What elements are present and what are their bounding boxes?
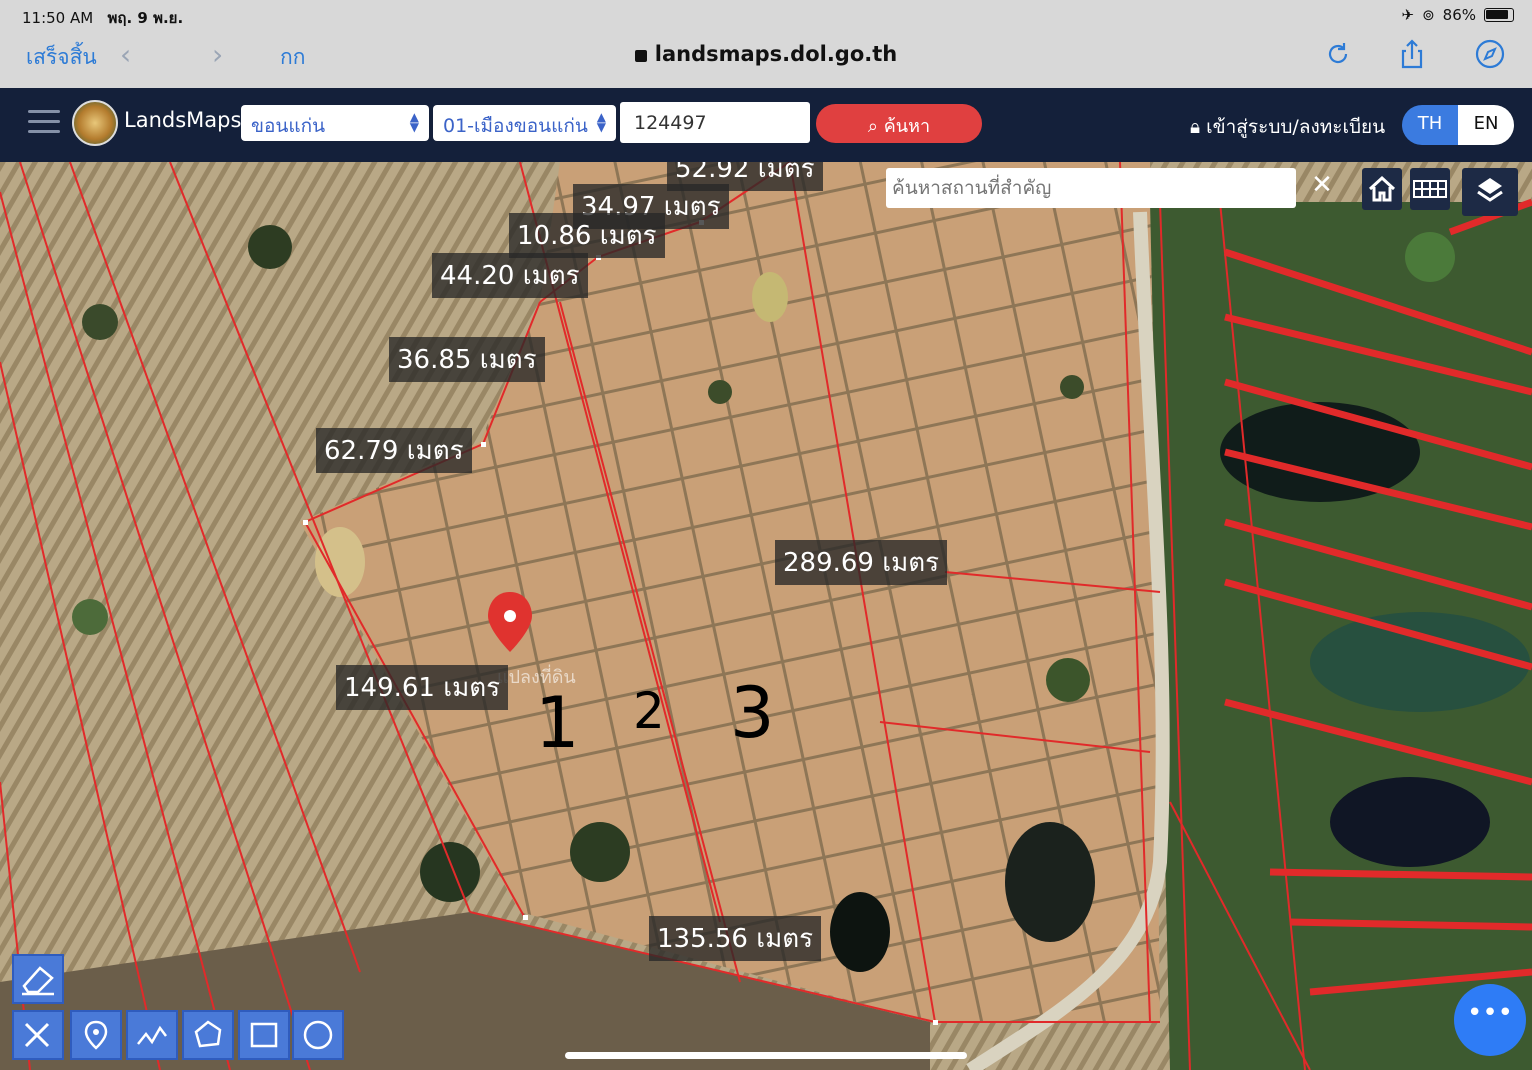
plot-number: 1	[535, 682, 580, 764]
browser-chrome: 11:50 AM พฤ. 9 พ.ย. ✈ ⊚ 86% เสร็จสิ้น ‹ …	[0, 0, 1532, 88]
eraser-tool-button[interactable]	[12, 954, 64, 1004]
plot-number: 2	[633, 682, 665, 740]
battery-percent: 86%	[1442, 6, 1476, 24]
more-dots-icon: •••	[1466, 998, 1513, 1028]
menu-icon[interactable]	[28, 110, 60, 136]
reload-icon[interactable]	[1322, 38, 1354, 70]
airplane-icon: ✈	[1401, 6, 1415, 24]
status-right: ✈ ⊚ 86%	[1401, 6, 1514, 24]
status-date: พฤ. 9 พ.ย.	[107, 9, 184, 27]
marker-tool-button[interactable]	[70, 1010, 122, 1060]
brand-name: LandsMaps	[124, 108, 242, 132]
lang-th-button[interactable]: TH	[1402, 105, 1458, 145]
layers-icon	[1477, 178, 1503, 202]
polygon-tool-button[interactable]	[182, 1010, 234, 1060]
deed-number-input[interactable]	[620, 102, 810, 143]
circle-icon	[303, 1020, 333, 1050]
circle-tool-button[interactable]	[292, 1010, 344, 1060]
grid-icon	[1413, 180, 1447, 198]
address-bar[interactable]: landsmaps.dol.go.th	[0, 42, 1532, 66]
measure-tool-button[interactable]	[12, 1010, 64, 1060]
district-select[interactable]: 01-เมืองขอนแก่น ▲ ▼	[433, 105, 616, 141]
status-time: 11:50 AM พฤ. 9 พ.ย.	[22, 9, 184, 27]
dol-logo	[72, 100, 118, 146]
more-menu-button[interactable]: •••	[1454, 984, 1526, 1056]
close-icon[interactable]: ✕	[1302, 170, 1342, 206]
compass-icon[interactable]	[1474, 38, 1506, 70]
status-bar: 11:50 AM พฤ. 9 พ.ย. ✈ ⊚ 86%	[0, 6, 1532, 27]
home-button[interactable]	[1362, 168, 1402, 210]
province-value: ขอนแก่น	[251, 115, 326, 137]
grid-button[interactable]	[1410, 168, 1450, 210]
ruler-pencil-icon	[24, 1022, 50, 1048]
lock-icon	[634, 50, 647, 62]
measure-label: 135.56 เมตร	[649, 916, 822, 961]
polygon-icon	[194, 1020, 222, 1048]
polyline-icon	[137, 1025, 167, 1045]
measure-label: 289.69 เมตร	[775, 540, 948, 585]
app-header: LandsMaps ขอนแก่น ▲ ▼ 01-เมืองขอนแก่น ▲ ▼ …	[0, 88, 1532, 162]
share-icon[interactable]	[1396, 38, 1428, 70]
rectangle-tool-button[interactable]	[238, 1010, 290, 1060]
measure-label: 149.61 เมตร	[336, 665, 509, 710]
battery-icon	[1484, 8, 1514, 22]
layers-button[interactable]	[1462, 168, 1518, 216]
login-link[interactable]: 🔒︎ เข้าสู่ระบบ/ลงทะเบียน	[1190, 112, 1385, 142]
safari-toolbar: เสร็จสิ้น ‹ › กก landsmaps.dol.go.th	[0, 30, 1532, 80]
home-indicator	[565, 1052, 967, 1059]
search-button[interactable]: ⌕ ค้นหา	[816, 104, 982, 143]
measure-label: 36.85 เมตร	[389, 337, 545, 382]
url-text: landsmaps.dol.go.th	[654, 42, 898, 66]
select-chevron-icon: ▲ ▼	[409, 110, 419, 134]
rectangle-icon	[250, 1022, 278, 1048]
province-select[interactable]: ขอนแก่น ▲ ▼	[241, 105, 429, 141]
district-value: 01-เมืองขอนแก่น	[443, 115, 588, 137]
search-button-label: ค้นหา	[883, 116, 931, 137]
lang-en-button[interactable]: EN	[1458, 105, 1514, 145]
home-icon	[1368, 175, 1396, 202]
place-search-input[interactable]	[886, 168, 1296, 208]
login-label: เข้าสู่ระบบ/ลงทะเบียน	[1206, 116, 1386, 138]
measure-label: 62.79 เมตร	[316, 428, 472, 473]
search-icon: ⌕	[867, 116, 879, 137]
link-icon: ⊚	[1422, 6, 1435, 24]
measure-label: 44.20 เมตร	[432, 253, 588, 298]
map-view[interactable]: แปลงที่ดิน 52.92 เมตร 34.97 เมตร 10.86 เ…	[0, 162, 1532, 1070]
marker-icon	[84, 1020, 108, 1050]
eraser-icon	[22, 966, 54, 996]
lock-icon: 🔒︎	[1190, 116, 1201, 138]
measure-label: 10.86 เมตร	[509, 213, 665, 258]
polyline-tool-button[interactable]	[126, 1010, 178, 1060]
select-chevron-icon: ▲ ▼	[596, 110, 606, 134]
plot-number: 3	[730, 672, 775, 754]
